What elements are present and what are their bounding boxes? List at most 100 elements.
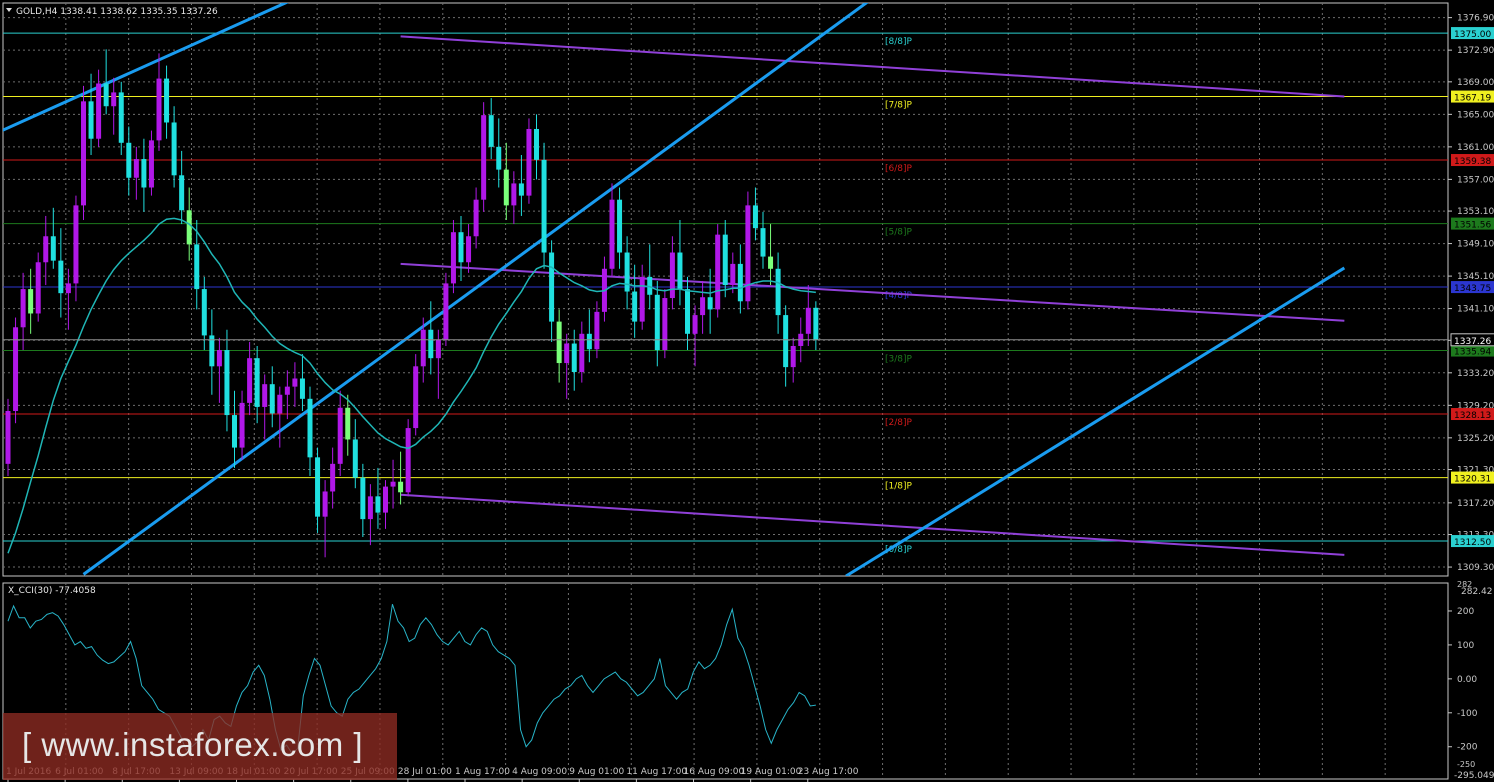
candle-body	[413, 366, 419, 429]
candle-body	[194, 244, 200, 290]
candle-body	[428, 329, 434, 359]
candle-body	[632, 291, 638, 322]
candle-body	[775, 268, 781, 316]
x-tick-label: 19 Aug 01:00	[741, 767, 802, 777]
murrey-price-tag-text: 1375.00	[1454, 30, 1491, 40]
candle-body	[639, 276, 645, 322]
candle-body	[367, 496, 373, 520]
candle-body	[337, 407, 343, 464]
candle-body	[813, 307, 819, 340]
candle-body	[518, 183, 524, 196]
channel-line	[400, 35, 1345, 98]
channel-line	[400, 262, 1345, 322]
channel-line	[400, 493, 1345, 556]
candle-body	[594, 311, 600, 350]
candle-body	[609, 199, 615, 269]
candle-body	[586, 333, 592, 350]
candle-body	[375, 496, 381, 513]
candle-body	[790, 345, 796, 368]
candle-body	[805, 307, 811, 334]
candle-body	[662, 298, 668, 351]
candle-body	[526, 128, 532, 196]
candle-body	[503, 169, 509, 206]
candle-body	[677, 252, 683, 290]
y-tick-label: 1365.00	[1457, 110, 1494, 120]
cci-tick-label: -200	[1457, 743, 1478, 753]
candle-body	[96, 83, 102, 139]
murrey-price-tag-text: 1312.50	[1454, 538, 1491, 548]
candle-body	[617, 199, 623, 253]
murrey-level-label: [3/8]P	[885, 355, 913, 365]
candle-body	[783, 315, 789, 368]
candle-body	[216, 350, 222, 367]
candle-body	[239, 402, 245, 448]
watermark-text: [ www.instaforex.com ]	[22, 726, 364, 763]
candle-body	[164, 78, 170, 123]
murrey-level-label: [2/8]P	[885, 418, 913, 428]
candle-body	[745, 205, 751, 302]
candle-body	[564, 343, 570, 364]
candle-body	[624, 252, 630, 292]
candle-body	[760, 228, 766, 257]
candle-body	[179, 175, 185, 211]
murrey-price-tag-text: 1343.75	[1454, 284, 1491, 294]
y-tick-label: 1349.10	[1457, 240, 1494, 250]
candle-body	[685, 289, 690, 334]
candle-body	[141, 159, 147, 188]
candle-body	[186, 210, 192, 245]
candle-body	[768, 256, 774, 269]
candle-body	[73, 205, 79, 284]
candle-body	[534, 128, 539, 160]
x-tick-label: 28 Jul 01:00	[398, 767, 452, 777]
y-tick-label: 1372.90	[1457, 46, 1494, 56]
candle-body	[752, 205, 758, 229]
candle-body	[405, 428, 411, 493]
murrey-level-label: [6/8]P	[885, 164, 913, 174]
candle-body	[420, 329, 426, 367]
candle-body	[43, 236, 49, 263]
cci-max-label: 282.42	[1461, 587, 1493, 597]
candle-body	[171, 122, 177, 176]
candle-body	[156, 78, 162, 141]
candle-body	[669, 252, 675, 299]
candle-body	[330, 463, 336, 492]
candle-body	[35, 262, 41, 314]
candle-body	[715, 234, 721, 310]
candle-body	[88, 101, 94, 139]
candle-body	[201, 289, 207, 336]
candle-body	[488, 115, 494, 147]
current-price-tag-text: 1337.26	[1454, 337, 1491, 347]
candle-body	[81, 101, 86, 206]
y-tick-label: 1376.90	[1457, 14, 1494, 24]
murrey-level-label: [7/8]P	[885, 101, 913, 111]
candle-body	[254, 358, 260, 407]
x-tick-label: 11 Aug 17:00	[626, 767, 687, 777]
candle-body	[435, 339, 441, 359]
candle-body	[307, 398, 313, 458]
candle-body	[707, 297, 713, 310]
y-tick-label: 1325.20	[1457, 434, 1494, 444]
candle-body	[133, 159, 139, 178]
murrey-price-tag-text: 1351.56	[1454, 221, 1491, 231]
candle-body	[224, 350, 230, 416]
x-tick-label: 23 Aug 17:00	[798, 767, 859, 777]
y-tick-label: 1353.10	[1457, 207, 1494, 217]
candle-body	[571, 343, 577, 372]
murrey-level-label: [1/8]P	[885, 482, 913, 492]
dropdown-triangle-icon	[6, 8, 12, 12]
candle-body	[654, 294, 660, 351]
cci-tick-label: 100	[1457, 641, 1474, 651]
candle-body	[111, 92, 117, 107]
candle-body	[466, 236, 472, 263]
candle-body	[692, 315, 698, 334]
candle-body	[383, 486, 388, 513]
candle-body	[549, 252, 555, 322]
candle-body	[118, 92, 124, 143]
y-tick-label: 1333.20	[1457, 369, 1494, 379]
candle-body	[541, 159, 547, 253]
cci-tick-label: -100	[1457, 709, 1478, 719]
candle-body	[730, 263, 736, 286]
candle-body	[232, 415, 237, 448]
candle-body	[65, 283, 71, 294]
murrey-price-tag-text: 1367.19	[1454, 94, 1491, 104]
